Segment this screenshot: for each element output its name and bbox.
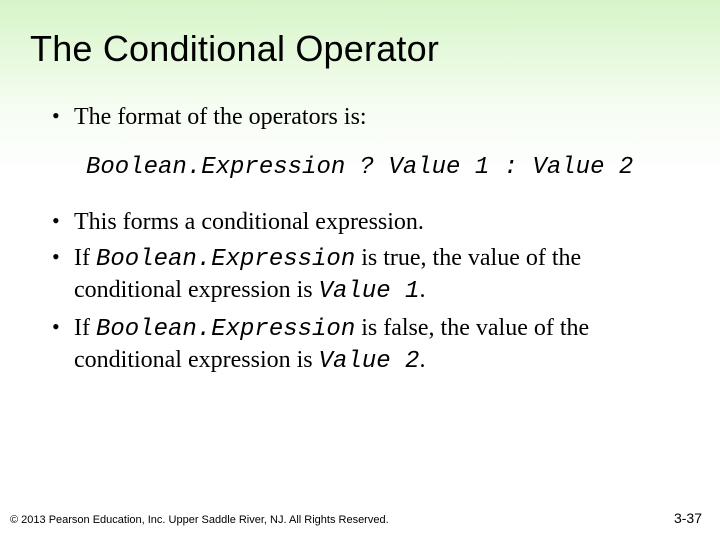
bullet-list: The format of the operators is:: [30, 102, 690, 132]
text-fragment: If: [74, 245, 96, 271]
page-number: 3-37: [674, 510, 702, 526]
code-fragment: Boolean.Expression: [96, 316, 355, 343]
bullet-item: The format of the operators is:: [52, 102, 682, 132]
code-expression: Boolean.Expression ? Value 1 : Value 2: [86, 154, 690, 181]
copyright-footer: © 2013 Pearson Education, Inc. Upper Sad…: [10, 514, 389, 526]
slide-title: The Conditional Operator: [30, 28, 690, 70]
bullet-item: If Boolean.Expression is false, the valu…: [52, 313, 682, 377]
bullet-item: This forms a conditional expression.: [52, 207, 682, 237]
code-fragment: Value 1: [319, 278, 420, 305]
slide: The Conditional Operator The format of t…: [0, 0, 720, 540]
bullet-list: This forms a conditional expression. If …: [30, 207, 690, 377]
code-fragment: Value 2: [319, 348, 420, 375]
text-fragment: .: [419, 277, 425, 303]
code-fragment: Boolean.Expression: [96, 246, 355, 273]
text-fragment: .: [419, 347, 425, 373]
text-fragment: If: [74, 315, 96, 341]
bullet-item: If Boolean.Expression is true, the value…: [52, 243, 682, 307]
